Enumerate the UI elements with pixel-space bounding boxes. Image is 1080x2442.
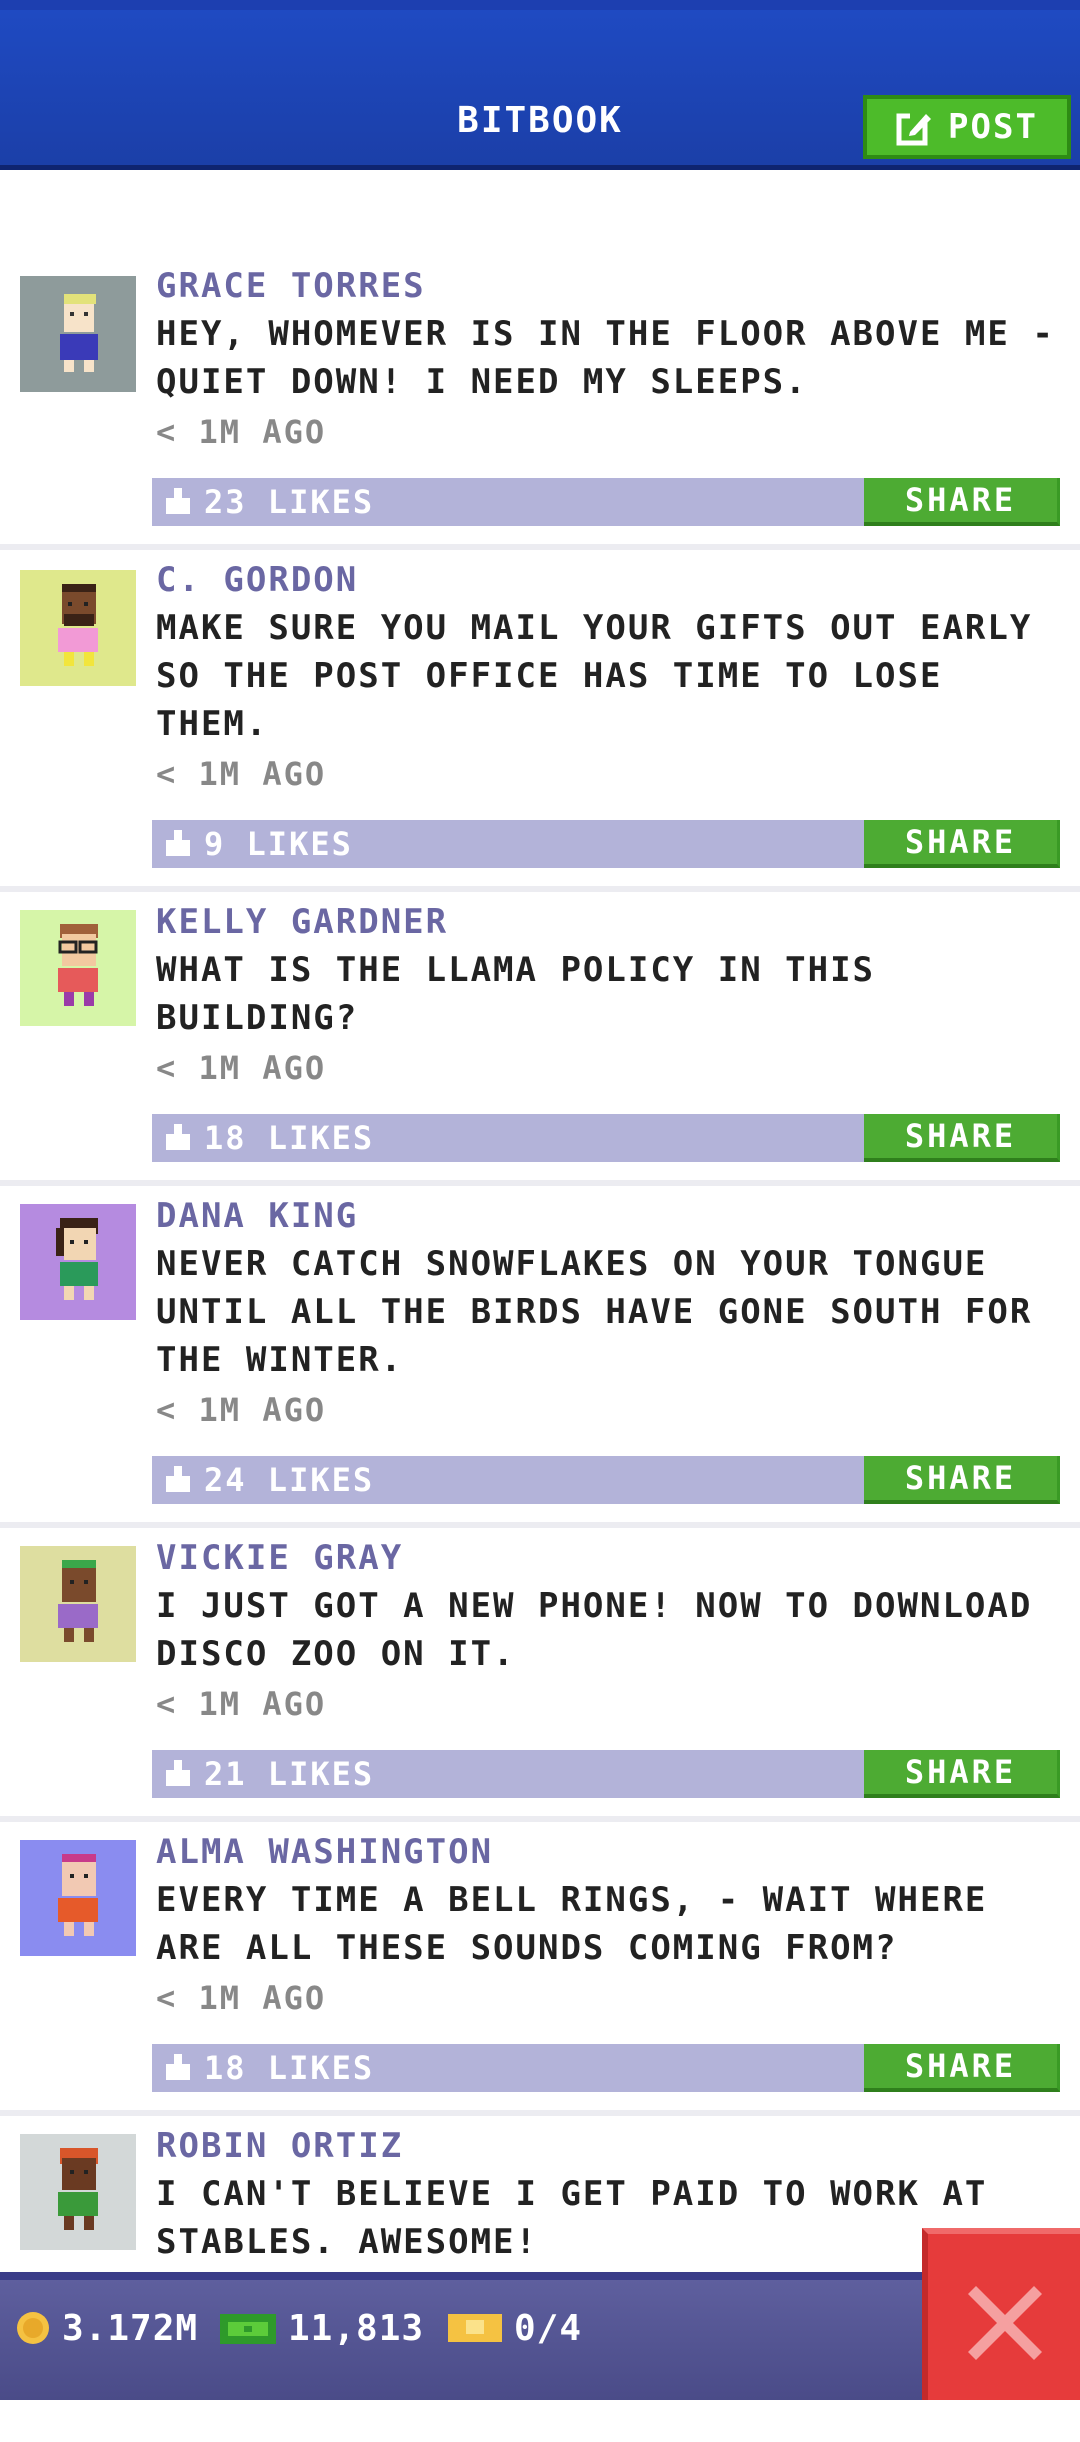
post-author[interactable]: KELLY GARDNER xyxy=(156,902,1066,942)
likes-bar: 23 LIKES SHARE xyxy=(152,478,1060,526)
share-button[interactable]: SHARE xyxy=(864,1456,1060,1504)
close-icon xyxy=(968,2286,1042,2360)
feed-post: VICKIE GRAY I JUST GOT A NEW PHONE! NOW … xyxy=(0,1528,1080,1822)
coins-stat: 3.172M xyxy=(14,2300,198,2356)
bux-value: 11,813 xyxy=(288,2307,425,2349)
feed-post: KELLY GARDNER WHAT IS THE LLAMA POLICY I… xyxy=(0,892,1080,1186)
feed-post: DANA KING NEVER CATCH SNOWFLAKES ON YOUR… xyxy=(0,1186,1080,1528)
share-button[interactable]: SHARE xyxy=(864,1750,1060,1798)
avatar[interactable] xyxy=(20,276,136,392)
post-time: < 1M AGO xyxy=(156,1979,327,2017)
post-author[interactable]: DANA KING xyxy=(156,1196,1066,1236)
feed-post: ALMA WASHINGTON EVERY TIME A BELL RINGS,… xyxy=(0,1822,1080,2116)
thumbs-up-icon xyxy=(166,1466,190,1492)
likes-bar: 18 LIKES SHARE xyxy=(152,1114,1060,1162)
post-time: < 1M AGO xyxy=(156,755,327,793)
likes-count: 24 LIKES xyxy=(204,1461,375,1499)
avatar[interactable] xyxy=(20,2134,136,2250)
likes-count: 21 LIKES xyxy=(204,1755,375,1793)
likes-count: 18 LIKES xyxy=(204,2049,375,2087)
share-button[interactable]: SHARE xyxy=(864,1114,1060,1162)
likes-bar: 9 LIKES SHARE xyxy=(152,820,1060,868)
likes-count: 18 LIKES xyxy=(204,1119,375,1157)
thumbs-up-icon xyxy=(166,1760,190,1786)
post-text: WHAT IS THE LLAMA POLICY IN THIS BUILDIN… xyxy=(156,950,876,1038)
post-author[interactable]: ROBIN ORTIZ xyxy=(156,2126,1066,2166)
post-text: I JUST GOT A NEW PHONE! NOW TO DOWNLOAD … xyxy=(156,1586,1033,1674)
thumbs-up-icon xyxy=(166,488,190,514)
avatar[interactable] xyxy=(20,1546,136,1662)
status-bar: 3.172M 11,813 0/4 xyxy=(0,2272,1080,2400)
app-header: BITBOOK POST xyxy=(0,0,1080,170)
coin-icon xyxy=(17,2312,49,2344)
avatar[interactable] xyxy=(20,910,136,1026)
post-author[interactable]: ALMA WASHINGTON xyxy=(156,1832,1066,1872)
likes-count: 23 LIKES xyxy=(204,483,375,521)
edit-icon xyxy=(896,112,933,146)
post-button[interactable]: POST xyxy=(863,95,1071,159)
share-button[interactable]: SHARE xyxy=(864,478,1060,526)
post-text: MAKE SURE YOU MAIL YOUR GIFTS OUT EARLY … xyxy=(156,608,1033,744)
post-text: HEY, WHOMEVER IS IN THE FLOOR ABOVE ME -… xyxy=(156,314,1055,402)
bux-stat: 11,813 xyxy=(218,2300,424,2356)
likes-bar: 21 LIKES SHARE xyxy=(152,1750,1060,1798)
likes-bar: 18 LIKES SHARE xyxy=(152,2044,1060,2092)
post-author[interactable]: GRACE TORRES xyxy=(156,266,1066,306)
feed-post: C. GORDON MAKE SURE YOU MAIL YOUR GIFTS … xyxy=(0,550,1080,892)
post-author[interactable]: C. GORDON xyxy=(156,560,1066,600)
avatar[interactable] xyxy=(20,1204,136,1320)
post-author[interactable]: VICKIE GRAY xyxy=(156,1538,1066,1578)
close-button[interactable] xyxy=(922,2228,1080,2400)
feed-post: GRACE TORRES HEY, WHOMEVER IS IN THE FLO… xyxy=(0,170,1080,550)
post-time: < 1M AGO xyxy=(156,413,327,451)
likes-bar: 24 LIKES SHARE xyxy=(152,1456,1060,1504)
avatar[interactable] xyxy=(20,570,136,686)
thumbs-up-icon xyxy=(166,2054,190,2080)
share-button[interactable]: SHARE xyxy=(864,820,1060,868)
post-text: NEVER CATCH SNOWFLAKES ON YOUR TONGUE UN… xyxy=(156,1244,1033,1380)
share-button[interactable]: SHARE xyxy=(864,2044,1060,2092)
post-button-label: POST xyxy=(948,107,1038,147)
tickets-stat: 0/4 xyxy=(446,2300,582,2356)
thumbs-up-icon xyxy=(166,830,190,856)
ticket-icon xyxy=(448,2314,502,2342)
post-time: < 1M AGO xyxy=(156,1049,327,1087)
thumbs-up-icon xyxy=(166,1124,190,1150)
avatar[interactable] xyxy=(20,1840,136,1956)
post-time: < 1M AGO xyxy=(156,1391,327,1429)
tickets-value: 0/4 xyxy=(514,2307,583,2349)
post-text: EVERY TIME A BELL RINGS, - WAIT WHERE AR… xyxy=(156,1880,988,1968)
likes-count: 9 LIKES xyxy=(204,825,353,863)
coins-value: 3.172M xyxy=(62,2307,199,2349)
cash-icon xyxy=(220,2314,276,2344)
post-time: < 1M AGO xyxy=(156,1685,327,1723)
